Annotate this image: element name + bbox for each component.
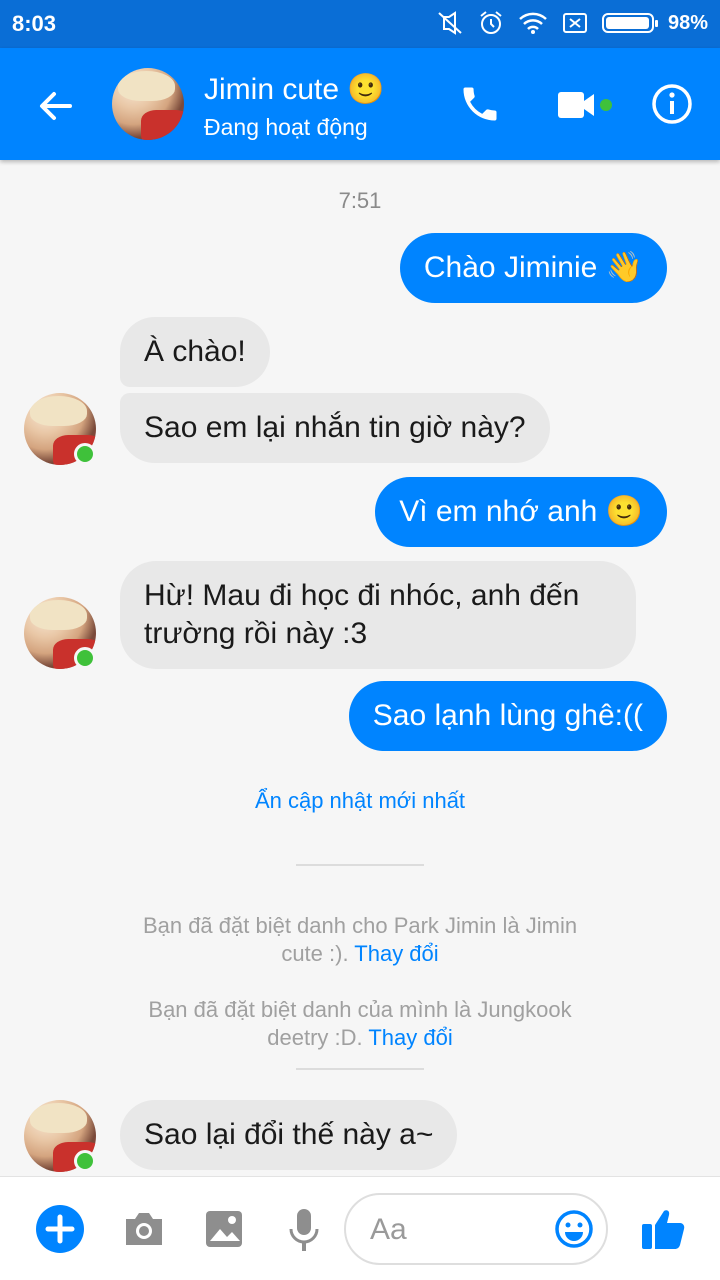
status-time: 8:03 — [12, 11, 57, 36]
message-bubble-received[interactable]: À chào! — [120, 317, 270, 387]
contact-emoji: 🙂 — [347, 73, 385, 106]
image-icon — [206, 1211, 242, 1247]
message-timestamp: 7:51 — [338, 188, 382, 213]
message-line: trường rồi này :3 — [144, 617, 368, 650]
battery-icon — [601, 13, 658, 33]
back-button[interactable] — [34, 84, 78, 128]
voice-message-button[interactable] — [288, 1207, 320, 1253]
conversation-info-button[interactable] — [650, 82, 694, 126]
contact-name-text: Jimin cute — [204, 73, 340, 106]
thumbs-up-icon — [642, 1210, 685, 1249]
smiley-icon — [555, 1210, 593, 1248]
sender-avatar[interactable] — [24, 393, 96, 465]
message-bubble-received[interactable]: Sao em lại nhắn tin giờ này? — [120, 393, 550, 463]
notice-line: cute :). — [281, 941, 349, 966]
online-indicator — [74, 647, 96, 669]
no-sim-icon — [562, 12, 588, 34]
back-arrow-icon — [40, 92, 72, 120]
contact-active-status: Đang hoạt động — [204, 114, 368, 140]
voice-call-button[interactable] — [458, 82, 502, 126]
message-bubble-received[interactable]: Sao lại đổi thế này a~ — [120, 1100, 458, 1170]
message-composer: Aa — [0, 1176, 720, 1280]
divider — [296, 1068, 424, 1070]
status-icons: 98% — [436, 10, 708, 36]
emoji-button[interactable] — [554, 1209, 594, 1249]
message-input-placeholder: Aa — [370, 1213, 407, 1246]
message-bubble-sent[interactable]: Vì em nhớ anh 🙂 — [375, 477, 667, 547]
video-call-button[interactable] — [556, 86, 616, 126]
change-nickname-link[interactable]: Thay đổi — [368, 1025, 452, 1050]
message-line: Hừ! Mau đi học đi nhóc, anh đến — [144, 579, 580, 612]
sender-avatar[interactable] — [24, 597, 96, 669]
gallery-button[interactable] — [204, 1209, 244, 1249]
phone-icon — [463, 87, 497, 121]
notice-line: Bạn đã đặt biệt danh cho Park Jimin là J… — [142, 913, 578, 938]
message-input[interactable]: Aa — [344, 1193, 608, 1265]
plus-icon — [45, 1214, 75, 1244]
conversation-header: Jimin cute 🙂 Đang hoạt động — [0, 48, 720, 160]
notice-line: deetry :D. — [267, 1025, 363, 1050]
contact-name[interactable]: Jimin cute 🙂 — [204, 72, 385, 107]
message-bubble-received[interactable]: Hừ! Mau đi học đi nhóc, anh đến trường r… — [120, 561, 636, 669]
status-bar: 8:03 98% — [0, 0, 720, 48]
alarm-icon — [478, 10, 504, 36]
info-icon — [652, 84, 692, 124]
change-nickname-link[interactable]: Thay đổi — [354, 941, 438, 966]
mute-icon — [436, 11, 464, 35]
battery-percent: 98% — [667, 11, 708, 34]
camera-icon — [126, 1213, 162, 1245]
wifi-icon — [518, 11, 548, 35]
battery-fill — [605, 17, 649, 29]
hide-updates-link[interactable]: Ẩn cập nhật mới nhất — [0, 788, 720, 814]
online-indicator — [74, 1150, 96, 1172]
contact-avatar[interactable] — [112, 68, 184, 140]
nickname-notice: Bạn đã đặt biệt danh của mình là Jungkoo… — [110, 996, 610, 1052]
message-list[interactable]: 7:51 Chào Jiminie 👋 À chào! Sao em lại n… — [0, 160, 720, 1176]
message-bubble-sent[interactable]: Chào Jiminie 👋 — [399, 233, 667, 303]
more-actions-button[interactable] — [36, 1205, 84, 1253]
notice-line: Bạn đã đặt biệt danh của mình là Jungkoo… — [148, 997, 572, 1022]
nickname-notice: Bạn đã đặt biệt danh cho Park Jimin là J… — [110, 912, 610, 968]
message-bubble-sent[interactable]: Sao lạnh lùng ghê:(( — [348, 681, 667, 751]
camera-button[interactable] — [122, 1209, 166, 1249]
sender-avatar[interactable] — [24, 1100, 96, 1172]
divider — [296, 864, 424, 866]
like-button[interactable] — [640, 1205, 686, 1251]
video-camera-icon — [558, 92, 612, 118]
online-indicator — [74, 443, 96, 465]
microphone-icon — [289, 1209, 319, 1251]
